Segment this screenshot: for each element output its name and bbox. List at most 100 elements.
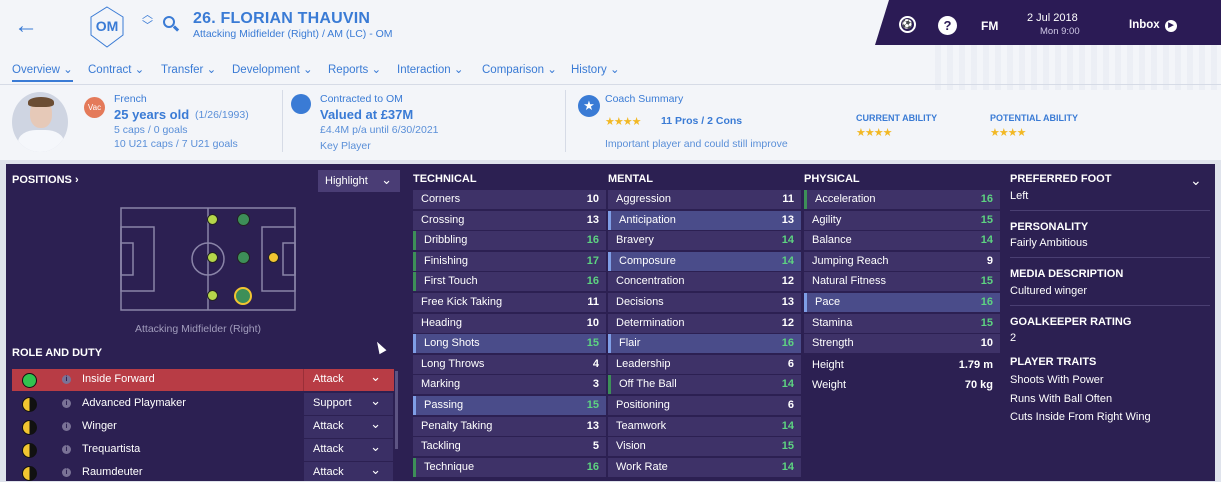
- attribute-name: Natural Fitness: [812, 275, 886, 288]
- inbox-button[interactable]: Inbox: [1129, 19, 1160, 31]
- highlight-select[interactable]: Highlight ⌄: [318, 170, 400, 192]
- attribute-row[interactable]: Natural Fitness 15: [804, 272, 1000, 292]
- duty-select[interactable]: Attack: [303, 462, 393, 481]
- search-icon[interactable]: [163, 16, 175, 28]
- attribute-name: Teamwork: [616, 419, 667, 432]
- duty-select[interactable]: Attack: [303, 439, 393, 461]
- role-suitability-icon: [22, 443, 37, 458]
- ball-icon[interactable]: ⚽: [899, 16, 916, 33]
- attribute-row[interactable]: Long Shots 15: [413, 334, 606, 354]
- info-icon[interactable]: i: [62, 468, 71, 477]
- attribute-name: Long Shots: [424, 337, 480, 350]
- duty-select[interactable]: Attack: [303, 369, 393, 391]
- contracted-label: Contracted to OM: [320, 93, 403, 105]
- attribute-row[interactable]: Penalty Taking 13: [413, 416, 606, 436]
- tab-transfer[interactable]: Transfer ⌄: [161, 62, 216, 76]
- attribute-row[interactable]: Marking 3: [413, 375, 606, 395]
- scrollbar[interactable]: [395, 371, 398, 449]
- role-suitability-icon: [22, 373, 37, 388]
- attribute-row[interactable]: Dribbling 16: [413, 231, 606, 251]
- attribute-value: 12: [781, 316, 794, 329]
- attribute-row[interactable]: Strength 10: [804, 334, 1000, 354]
- height-row: Height 1.79 m: [812, 359, 993, 371]
- duty-select[interactable]: Attack: [303, 416, 393, 438]
- attribute-name: Tackling: [421, 440, 461, 453]
- attribute-row[interactable]: Free Kick Taking 11: [413, 293, 606, 312]
- tab-development[interactable]: Development ⌄: [232, 62, 313, 76]
- tab-interaction[interactable]: Interaction ⌄: [397, 62, 464, 76]
- info-icon[interactable]: i: [62, 445, 71, 454]
- attribute-row[interactable]: Aggression 11: [608, 190, 801, 209]
- role-duty-title: ROLE AND DUTY: [12, 347, 103, 359]
- attribute-row[interactable]: Composure 14: [608, 251, 801, 271]
- attribute-name: Decisions: [616, 296, 664, 308]
- current-ability-label: CURRENT ABILITY: [856, 113, 938, 123]
- attribute-row[interactable]: First Touch 16: [413, 272, 606, 292]
- attribute-value: 6: [787, 399, 794, 411]
- attribute-row[interactable]: Positioning 6: [608, 396, 801, 415]
- coach-stars: ★★★★: [605, 116, 641, 128]
- attribute-row[interactable]: Anticipation 13: [608, 210, 801, 230]
- potential-ability-stars: ★★★★: [990, 127, 1026, 139]
- attribute-row[interactable]: Technique 16: [413, 457, 606, 477]
- role-name: Advanced Playmaker: [82, 397, 186, 409]
- attribute-row[interactable]: Crossing 13: [413, 210, 606, 230]
- role-row[interactable]: i Inside Forward Attack: [12, 369, 394, 391]
- player-switch-arrows[interactable]: ︿ ﹀: [142, 10, 153, 32]
- positions-title[interactable]: POSITIONS ›: [12, 174, 79, 186]
- attribute-row[interactable]: Finishing 17: [413, 251, 606, 271]
- role-row[interactable]: i Winger Attack: [12, 416, 394, 438]
- attribute-row[interactable]: Flair 16: [608, 334, 801, 354]
- role-row[interactable]: i Raumdeuter Attack: [12, 462, 394, 481]
- info-icon[interactable]: i: [62, 422, 71, 431]
- attribute-row[interactable]: Work Rate 14: [608, 457, 801, 477]
- attribute-row[interactable]: Off The Ball 14: [608, 375, 801, 395]
- attribute-row[interactable]: Passing 15: [413, 396, 606, 415]
- arrow-right-icon[interactable]: ▶: [1165, 20, 1177, 32]
- coach-summary-label[interactable]: Coach Summary: [605, 93, 683, 105]
- attribute-row[interactable]: Determination 12: [608, 313, 801, 333]
- pros-cons[interactable]: 11 Pros / 2 Cons: [661, 115, 742, 127]
- tab-overview[interactable]: Overview ⌄: [12, 62, 73, 82]
- attribute-row[interactable]: Long Throws 4: [413, 354, 606, 374]
- position-caption: Attacking Midfielder (Right): [135, 323, 262, 335]
- attribute-row[interactable]: Jumping Reach 9: [804, 251, 1000, 271]
- u21-caps: 10 U21 caps / 7 U21 goals: [114, 138, 238, 150]
- attribute-row[interactable]: Corners 10: [413, 190, 606, 209]
- role-row[interactable]: i Advanced Playmaker Support: [12, 393, 394, 415]
- attribute-row[interactable]: Agility 15: [804, 210, 1000, 230]
- tab-contract[interactable]: Contract ⌄: [88, 62, 144, 76]
- duty-select[interactable]: Support: [303, 393, 393, 415]
- attribute-row[interactable]: Teamwork 14: [608, 416, 801, 436]
- attribute-row[interactable]: Balance 14: [804, 231, 1000, 251]
- position-dot: [207, 214, 218, 225]
- attribute-name: Stamina: [812, 316, 853, 329]
- player-traits-label: PLAYER TRAITS: [1010, 356, 1097, 368]
- position-dot: [207, 252, 218, 263]
- nav-tabs: Overview ⌄ Contract ⌄ Transfer ⌄ Develop…: [0, 59, 640, 83]
- attribute-row[interactable]: Acceleration 16: [804, 190, 1000, 209]
- tab-comparison[interactable]: Comparison ⌄: [482, 62, 557, 76]
- chevron-down-icon[interactable]: ⌄: [1190, 172, 1202, 189]
- attribute-row[interactable]: Pace 16: [804, 293, 1000, 312]
- help-icon[interactable]: ?: [938, 16, 957, 35]
- attribute-row[interactable]: Vision 15: [608, 437, 801, 457]
- position-dot: [237, 251, 250, 264]
- fm-button[interactable]: FM: [981, 19, 998, 33]
- attribute-row[interactable]: Concentration 12: [608, 272, 801, 292]
- back-arrow-icon[interactable]: ←: [14, 12, 38, 40]
- attribute-row[interactable]: Stamina 15: [804, 313, 1000, 333]
- weight-row: Weight 70 kg: [812, 379, 993, 391]
- info-icon[interactable]: i: [62, 399, 71, 408]
- attribute-row[interactable]: Leadership 6: [608, 354, 801, 374]
- info-icon[interactable]: i: [62, 375, 71, 384]
- attribute-row[interactable]: Heading 10: [413, 313, 606, 333]
- attribute-row[interactable]: Decisions 13: [608, 293, 801, 312]
- trait: Shoots With Power: [1010, 374, 1104, 386]
- attribute-row[interactable]: Tackling 5: [413, 437, 606, 457]
- tab-reports[interactable]: Reports ⌄: [328, 62, 381, 76]
- attribute-row[interactable]: Bravery 14: [608, 231, 801, 251]
- avatar: [12, 92, 68, 152]
- tab-history[interactable]: History ⌄: [571, 62, 620, 76]
- role-row[interactable]: i Trequartista Attack: [12, 439, 394, 461]
